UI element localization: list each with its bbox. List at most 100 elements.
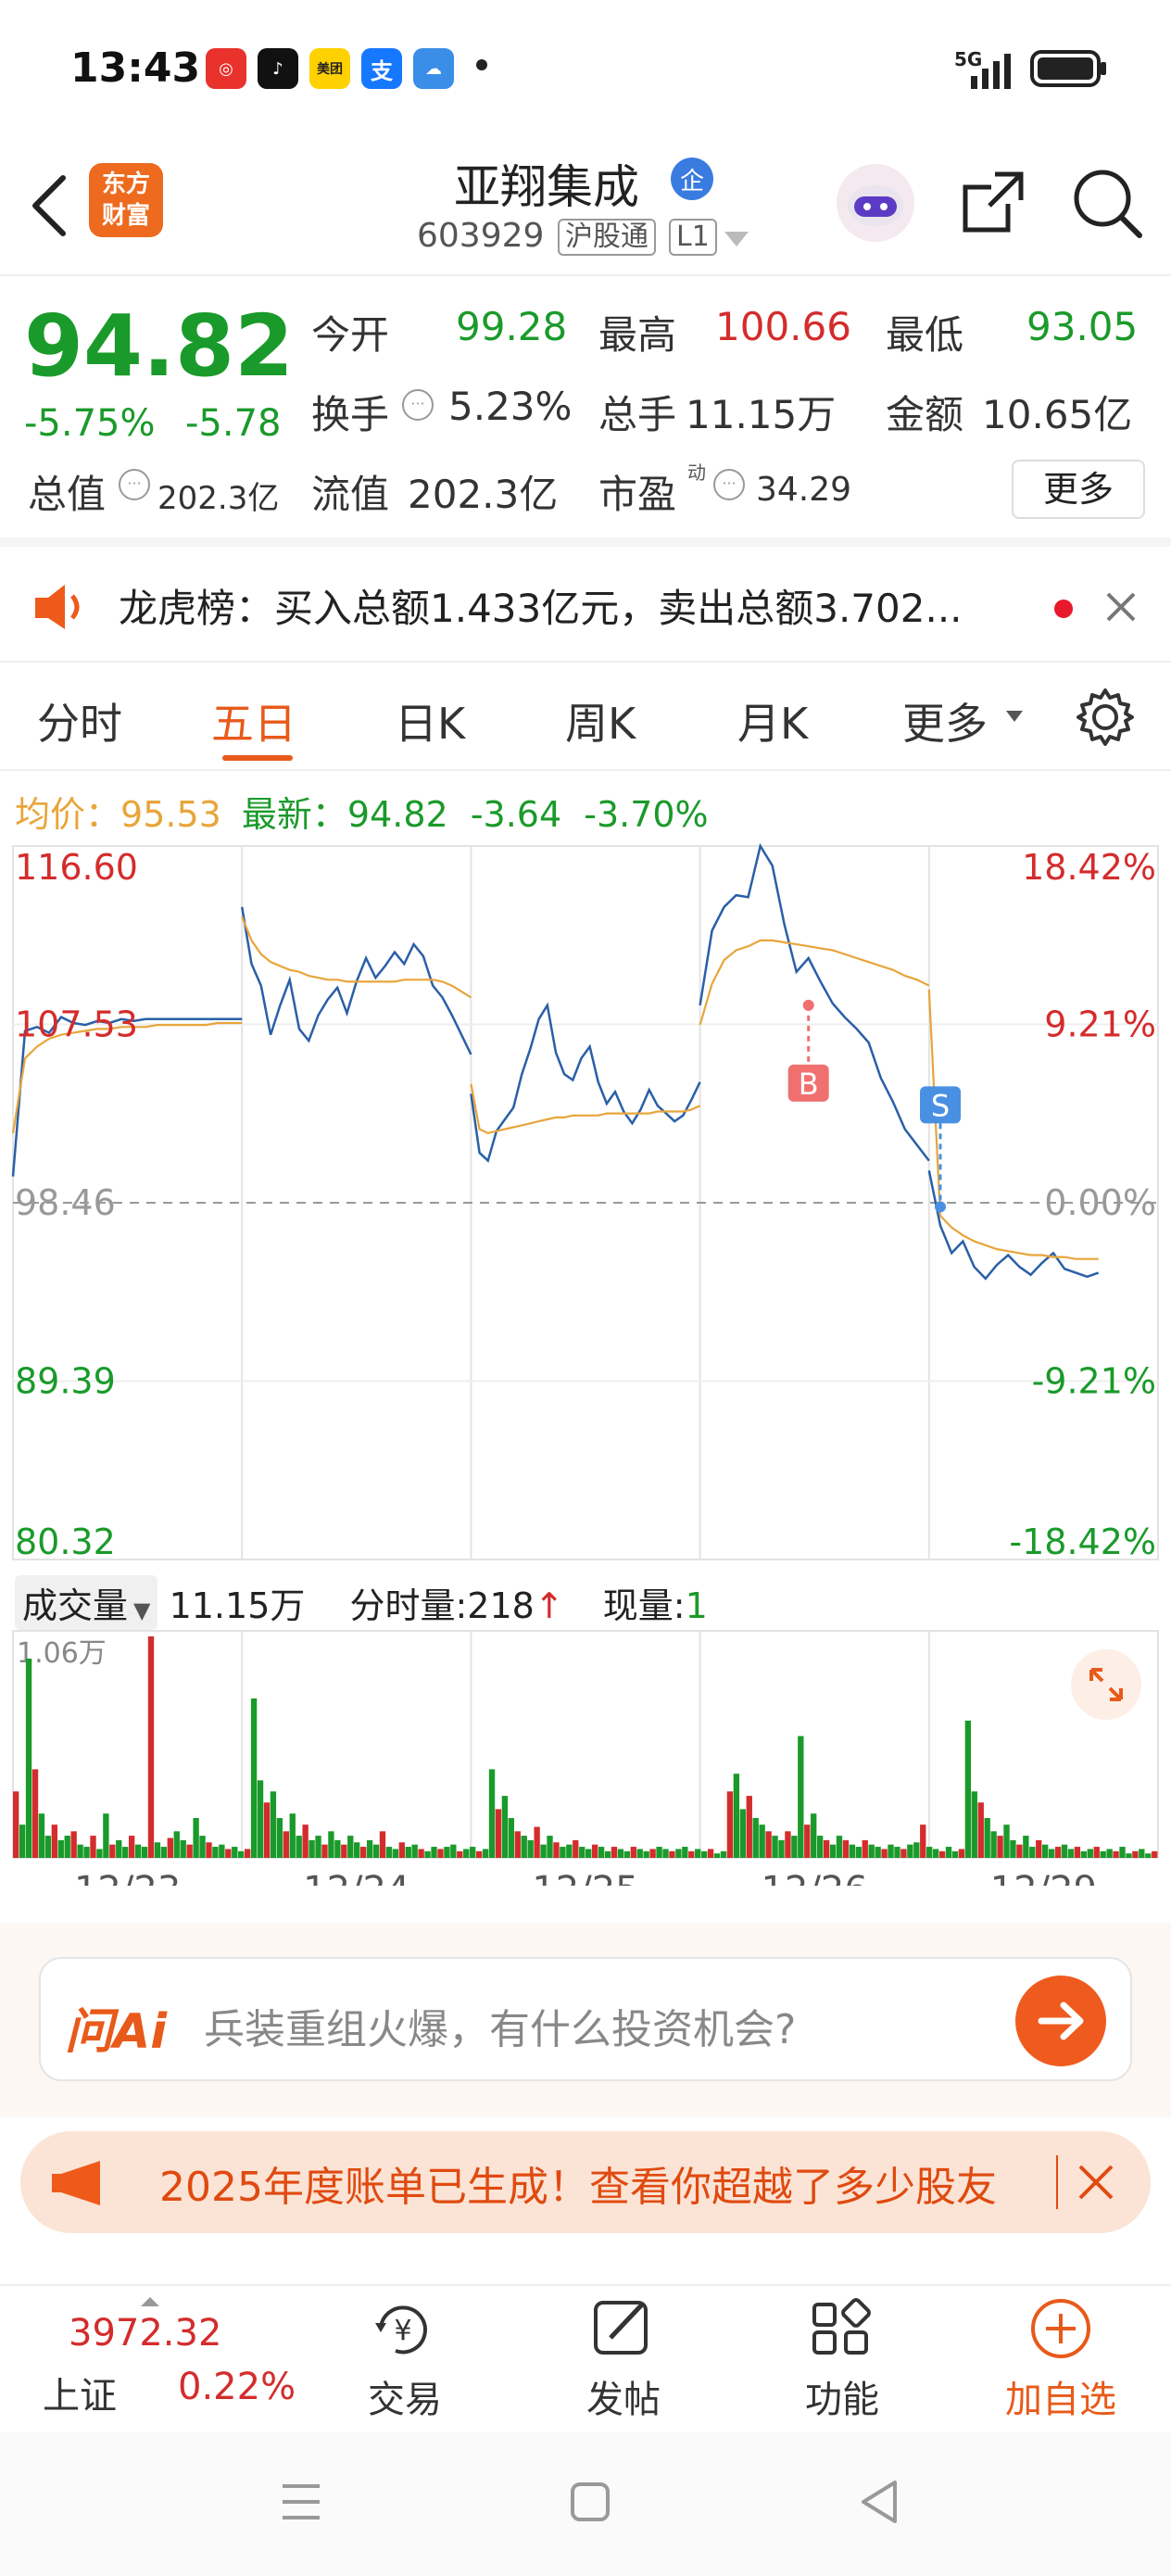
tab-daily-k[interactable]: 日K xyxy=(395,690,465,751)
volume-bar xyxy=(38,1813,45,1858)
arrow-right-icon xyxy=(1038,2001,1084,2040)
volume-bar xyxy=(289,1813,296,1858)
volume-label: 总手 xyxy=(598,392,677,437)
menu-icon[interactable] xyxy=(278,2479,324,2525)
unread-dot xyxy=(1054,600,1073,618)
turnover-label: 换手 xyxy=(311,392,390,437)
volume-bar xyxy=(96,1849,103,1858)
volume-bar xyxy=(212,1847,219,1858)
banner-divider xyxy=(1056,2155,1058,2209)
stock-code: 603929 xyxy=(417,217,545,255)
tab-intraday[interactable]: 分时 xyxy=(37,690,122,751)
volume-bar xyxy=(1145,1853,1152,1858)
search-icon[interactable] xyxy=(1071,167,1145,241)
caret-down-icon: ▼ xyxy=(133,1597,151,1623)
more-button[interactable]: 更多 xyxy=(1012,460,1145,519)
volume-bar xyxy=(798,1736,804,1858)
volume-bar xyxy=(617,1849,624,1858)
y-tick-left: 98.46 xyxy=(15,1182,116,1223)
banner-text: 2025年度账单已生成！查看你超越了多少股友 xyxy=(159,2164,997,2211)
volume-bar xyxy=(372,1844,380,1858)
x-date-label: 12/29 xyxy=(990,1869,1097,1886)
volume-bar xyxy=(193,1817,199,1858)
tab-more[interactable]: 更多 xyxy=(902,690,988,751)
nav-post[interactable]: 发帖 xyxy=(554,2295,693,2423)
info-icon[interactable]: ··· xyxy=(119,469,150,500)
volume-bar xyxy=(849,1844,856,1858)
home-icon[interactable] xyxy=(567,2479,613,2525)
volume-bar xyxy=(206,1842,212,1858)
tab-five-day[interactable]: 五日 xyxy=(211,690,296,751)
back-icon[interactable] xyxy=(856,2477,902,2527)
edit-post-icon xyxy=(594,2301,648,2355)
close-icon[interactable] xyxy=(1102,588,1140,625)
buy-marker-label: B xyxy=(799,1067,819,1102)
volume-bar xyxy=(560,1847,566,1858)
x-date-label: 12/26 xyxy=(762,1869,868,1886)
index-name[interactable]: 上证 xyxy=(43,2366,117,2419)
volume-bar xyxy=(482,1849,489,1858)
volume-bar xyxy=(270,1791,277,1858)
volume-bar xyxy=(623,1850,631,1858)
y-tick-right: 0.00% xyxy=(1044,1182,1156,1223)
ai-send-button[interactable] xyxy=(1015,1976,1106,2066)
volume-bar xyxy=(154,1842,161,1858)
pe-value: 34.29 xyxy=(756,471,852,509)
volume-bar xyxy=(470,1847,476,1858)
volume-bar xyxy=(739,1809,746,1858)
status-time: 13:43 xyxy=(70,44,201,92)
volume-selector[interactable]: 成交量 ▼ xyxy=(15,1575,158,1630)
volume-bar xyxy=(726,1791,734,1858)
level-tag[interactable]: L1 xyxy=(669,219,717,256)
ai-placeholder[interactable]: 兵装重组火爆，有什么投资机会? xyxy=(204,1996,796,2055)
back-arrow-icon[interactable] xyxy=(26,169,72,243)
volume-bar xyxy=(514,1831,521,1858)
volume-bar xyxy=(964,1720,972,1858)
eastmoney-logo[interactable]: 东方 财富 xyxy=(89,163,163,237)
volume-bar xyxy=(675,1849,682,1858)
index-change[interactable]: 0.22% xyxy=(178,2366,296,2408)
five-day-chart[interactable]: 116.60 107.53 98.46 89.39 80.32 18.42% 9.21% 0.… xyxy=(0,839,1171,1886)
volume-bar xyxy=(984,1817,990,1858)
volume-header: 成交量 ▼ 11.15万 分时量:218↑ 现量:1 xyxy=(15,1575,708,1630)
volume-bar xyxy=(424,1850,431,1858)
nav-function[interactable]: 功能 xyxy=(773,2295,912,2423)
volume-bar xyxy=(141,1847,148,1858)
settings-gear-icon[interactable] xyxy=(1073,685,1138,750)
volume-label: 成交量 xyxy=(22,1585,129,1626)
battery-icon xyxy=(1030,50,1106,87)
volume-bar xyxy=(662,1849,669,1858)
volume-bar xyxy=(1152,1850,1158,1858)
volume-bar xyxy=(1016,1844,1023,1858)
tab-weekly-k[interactable]: 周K xyxy=(565,690,636,751)
caret-down-icon[interactable] xyxy=(1004,709,1025,724)
nav-trade[interactable]: ¥ 交易 xyxy=(335,2295,474,2423)
volume-bar xyxy=(977,1802,984,1858)
chart-tabs: 分时 五日 日K 周K 月K 更多 xyxy=(0,664,1171,771)
share-icon[interactable] xyxy=(958,167,1028,237)
caret-down-icon[interactable] xyxy=(723,230,750,248)
douyin-app-icon: ♪ xyxy=(258,48,298,89)
volume-bar xyxy=(598,1847,605,1858)
latest-change-pct: -3.70% xyxy=(584,794,709,835)
volume-bar xyxy=(51,1825,58,1858)
y-tick-right: -18.42% xyxy=(1009,1522,1156,1562)
info-icon[interactable]: ··· xyxy=(713,469,745,500)
robot-assistant-icon[interactable] xyxy=(834,161,917,245)
volume-bar xyxy=(488,1769,496,1858)
high-label: 最高 xyxy=(598,312,677,358)
info-icon[interactable]: ··· xyxy=(402,389,434,421)
close-icon[interactable] xyxy=(1075,2161,1117,2203)
volume-bar xyxy=(411,1844,418,1858)
tab-monthly-k[interactable]: 月K xyxy=(737,690,808,751)
low-label: 最低 xyxy=(886,312,964,358)
annual-bill-banner[interactable]: 2025年度账单已生成！查看你超越了多少股友 xyxy=(20,2131,1151,2233)
volume-bar xyxy=(328,1831,334,1858)
nav-add-watchlist[interactable]: 加自选 xyxy=(991,2295,1130,2423)
weather-app-icon: ☁ xyxy=(413,48,454,89)
index-value[interactable]: 3972.32 xyxy=(69,2312,221,2355)
volume-bar xyxy=(791,1836,798,1858)
volume-bar xyxy=(1061,1844,1068,1858)
dragon-tiger-notice[interactable]: 龙虎榜：买入总额1.433亿元，卖出总额3.702... xyxy=(0,551,1171,663)
ai-question-box[interactable]: 问Ai 兵装重组火爆，有什么投资机会? xyxy=(39,1957,1132,2081)
